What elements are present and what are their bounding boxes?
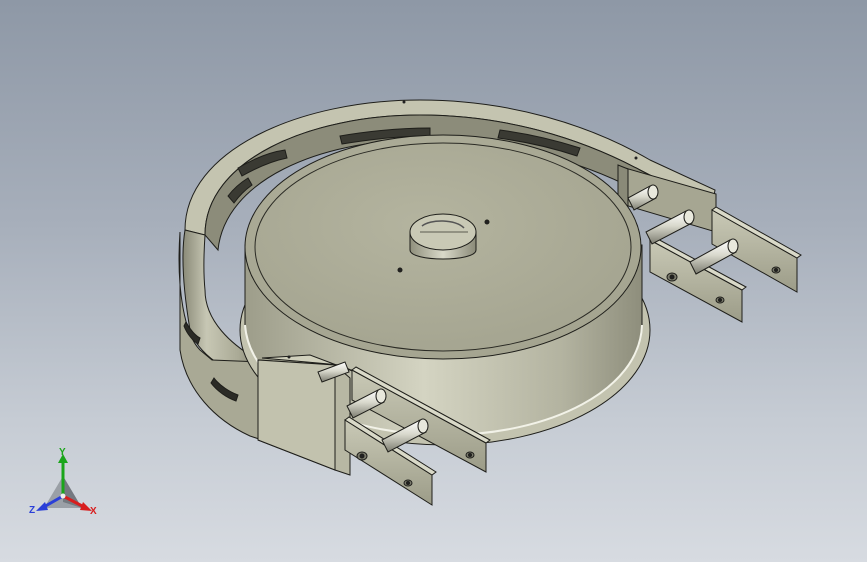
triad-x-label: X	[90, 506, 97, 517]
triad-y-label: Y	[59, 447, 66, 458]
reference-triad: Y X Z	[28, 446, 106, 526]
graphics-viewport[interactable]: Y X Z	[0, 0, 867, 562]
center-hub[interactable]	[409, 213, 477, 260]
cad-model-conveyor-wheel[interactable]	[0, 0, 867, 562]
triad-z-label: Z	[29, 505, 36, 516]
